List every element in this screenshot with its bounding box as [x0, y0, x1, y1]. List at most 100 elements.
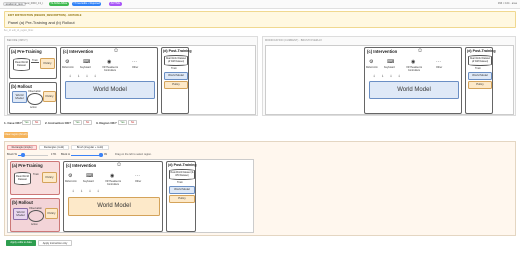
before-pane: BEFORE (INPUT) (a) Pre-Training Real-Wor… [4, 36, 258, 116]
mod-robot-arm-label: Robot Arm [366, 66, 378, 69]
brush-width-knob[interactable] [21, 153, 25, 157]
q2-yes-button[interactable]: Yes [73, 119, 82, 125]
block-height-label: Block H [61, 153, 70, 156]
instruction-meta: flex_id: edit_v4_region_bbox [4, 29, 34, 32]
mod-keyboard-label: Keyboard [384, 66, 395, 69]
mod-down-arrows: ⇩ ⇩ ⇩ ⇩ [373, 74, 401, 78]
editor-vr-headset-label: VR Headset & Controllers [105, 180, 121, 186]
brush-width-label: Brush W [7, 153, 17, 156]
mod-posttraining-title: (d) Post-Training [467, 48, 496, 53]
editor-pt-policy-box: Policy [169, 195, 195, 203]
editor-posttraining-title: (d) Post-Training [168, 162, 197, 167]
q3-no-button[interactable]: No [128, 119, 137, 125]
available-badge: IS AVAILABLE [49, 2, 69, 7]
block-height-knob[interactable] [99, 153, 103, 157]
mod-vr-headset-icon: ◉ [411, 59, 416, 65]
mod-robot-arm-icon: ⚙ [369, 59, 374, 65]
apply-edits-button[interactable]: Apply edits to data [6, 240, 36, 246]
instruction-heading: EDIT INSTRUCTION (REGION_DESCRIPTION) · … [8, 13, 82, 17]
editor-posttraining-panel: (d) Post-Training Real-World Dataset (& … [166, 161, 197, 232]
q1-label: 1. Case OK? [4, 121, 22, 125]
editor-person-icon: ☺ [116, 162, 123, 168]
modification-pane: MODIFICATION (CURRENT) · BRUSH OVERLAY (… [262, 36, 516, 116]
policy-box: Policy [40, 58, 55, 69]
apply-instruction-button[interactable]: Apply instruction only [38, 240, 72, 246]
block-height-value: 99 [104, 153, 107, 156]
top-bar: academic_item eval_0003_13_t IS AVAILABL… [0, 0, 520, 9]
down-arrows: ⇩ ⇩ ⇩ ⇩ [69, 74, 97, 78]
editor-dataset-box: Real-World Dataset [14, 172, 31, 185]
brush-width-value: 17% [51, 153, 57, 156]
q1-no-button[interactable]: No [32, 119, 41, 125]
before-figure: (a) Pre-Training Real-World Dataset Trai… [7, 45, 256, 115]
image-size-readout: 396 × 104 · area [497, 2, 517, 6]
posttraining-policy-box: Policy [164, 81, 188, 89]
modification-pane-label: MODIFICATION (CURRENT) · BRUSH OVERLAY [265, 38, 323, 42]
editor-world-model-box: World Model [68, 197, 160, 216]
tab-rectangle-simple[interactable]: Rectangle (simple) [7, 145, 37, 150]
mod-world-model-box: World Model [369, 81, 459, 99]
instruction-panel: EDIT INSTRUCTION (REGION_DESCRIPTION) · … [4, 11, 516, 28]
dataset-box: Real-World Dataset [13, 58, 30, 71]
clear-region-button[interactable]: Clear region (brush) [4, 132, 28, 138]
brush-width-slider[interactable] [18, 153, 48, 157]
intervention-panel: (c) Intervention ☺ ⚙ ⌨ ◉ ⋯ Robot Arm Key… [60, 47, 158, 114]
editor-robot-arm-icon: ⚙ [68, 173, 73, 179]
keyboard-icon: ⌨ [83, 59, 91, 65]
editor-rollout-title: (b) Rollout [12, 199, 33, 205]
editor-intervention-panel: (c) Intervention ☺ ⚙ ⌨ ◉ ⋯ Robot Arm Key… [63, 161, 163, 232]
robot-arm-label: Robot Arm [62, 66, 74, 69]
intervention-title: (c) Intervention [63, 48, 94, 54]
modified-figure[interactable]: (c) Intervention ☺ ⚙ ⌨ ◉ ⋯ Robot Arm Key… [265, 45, 514, 115]
mod-pt-world-model-box: World Model [468, 72, 492, 80]
q2-label: 2. Instruction OK? [45, 121, 72, 125]
posttraining-panel: (d) Post-Training Real-World Dataset (& … [161, 47, 192, 114]
editor-rollout-world-model-box: World Model [13, 208, 28, 220]
posttraining-title: (d) Post-Training [163, 48, 192, 53]
mod-vr-headset-label: VR Headset & Controllers [406, 66, 422, 72]
train-arrow [31, 61, 39, 62]
person-icon: ☺ [113, 48, 120, 54]
rollout-policy-box: Policy [43, 91, 56, 102]
intervention-world-model-box: World Model [65, 81, 155, 99]
editor-hint: Drag on the left to select region. [115, 153, 152, 156]
editor-pt-world-model-box: World Model [169, 186, 195, 194]
review-questions: 1. Case OK? Yes No 2. Instruction OK? Ye… [4, 119, 516, 126]
edit-status-badge: IT has Edits • Rejected [72, 2, 102, 7]
editor-pretraining-panel: (a) Pre-Training Real-World Dataset Trai… [10, 161, 60, 195]
q3-yes-button[interactable]: Yes [118, 119, 127, 125]
tab-rectangles-multi[interactable]: Rectangles (multi) [39, 145, 69, 150]
action-label: Action [30, 106, 37, 109]
editor-keyboard-icon: ⌨ [86, 173, 94, 179]
pretraining-panel: (a) Pre-Training Real-World Dataset Trai… [9, 47, 57, 79]
editor-other-label: Other [135, 180, 142, 183]
instruction-text[interactable]: Panel (a) Pre-Training and (b) Rollout [8, 20, 75, 25]
editor-intervention-title: (c) Intervention [66, 162, 97, 168]
region-editor: Rectangle (simple) Rectangles (multi) Br… [4, 141, 516, 236]
q3-label: 3. Region OK? [96, 121, 117, 125]
mod-rw-wm-dataset-box: Real-World Dataset (& WM Dataset) [468, 55, 492, 66]
mod-intervention-title: (c) Intervention [367, 48, 398, 54]
posttraining-world-model-box: World Model [164, 72, 188, 80]
editor-rollout-loop [28, 210, 44, 222]
editor-vr-headset-icon: ◉ [110, 173, 115, 179]
rollout-title: (b) Rollout [11, 83, 32, 89]
q2-no-button[interactable]: No [83, 119, 92, 125]
editor-train-label: Train [33, 173, 39, 176]
editor-policy-box: Policy [42, 172, 57, 183]
keyboard-label: Keyboard [80, 66, 91, 69]
rollout-panel: (b) Rollout World Model Observation Poli… [9, 82, 57, 114]
editor-other-icon: ⋯ [135, 173, 140, 179]
mod-other-icon: ⋯ [436, 59, 441, 65]
tab-brush[interactable]: Brush (irregular + multi) [71, 145, 109, 150]
mod-pt-policy-box: Policy [468, 81, 492, 89]
vr-headset-label: VR Headset & Controllers [102, 66, 118, 72]
other-label: Other [132, 66, 139, 69]
mod-person-icon: ☺ [417, 48, 424, 54]
block-height-slider[interactable] [71, 153, 103, 157]
editor-canvas[interactable]: (a) Pre-Training Real-World Dataset Trai… [7, 159, 254, 233]
editor-down-arrows: ⇩ ⇩ ⇩ ⇩ [72, 189, 100, 193]
rw-wm-dataset-box: Real-World Dataset (& WM Dataset) [164, 55, 188, 66]
editor-rollout-panel: (b) Rollout World Model Observation Poli… [10, 198, 60, 232]
q1-yes-button[interactable]: Yes [22, 119, 31, 125]
